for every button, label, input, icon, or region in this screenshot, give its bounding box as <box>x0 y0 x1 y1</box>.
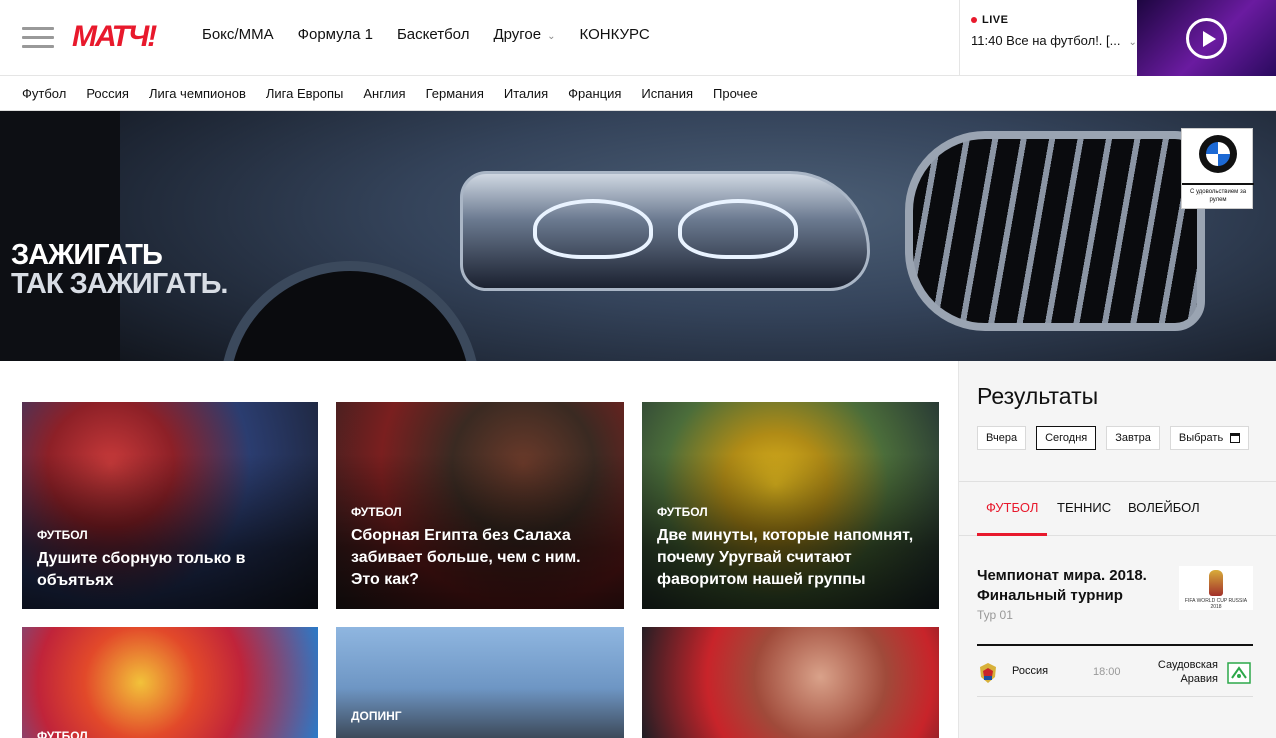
tab-football[interactable]: ФУТБОЛ <box>986 500 1038 515</box>
menu-icon[interactable] <box>22 25 54 49</box>
date-pick-button[interactable]: Выбрать <box>1169 426 1250 450</box>
subnav-item-spain[interactable]: Испания <box>641 86 693 101</box>
card-category: Футбол <box>657 505 708 519</box>
match-time: 18:00 <box>1093 666 1121 678</box>
active-tab-indicator <box>977 533 1047 536</box>
nav-item-contest[interactable]: КОНКУРС <box>580 26 650 43</box>
card-image <box>642 627 939 738</box>
subnav-item-england[interactable]: Англия <box>363 86 405 101</box>
card-category: Футбол <box>37 729 88 738</box>
russia-crest-icon <box>977 662 999 684</box>
card-category: Футбол <box>37 528 88 542</box>
live-dot-icon <box>971 17 977 23</box>
match-row[interactable]: Россия 18:00 Саудовская Аравия <box>977 649 1253 697</box>
ad-banner[interactable]: ЗАЖИГАТЬ ТАК ЗАЖИГАТЬ. С удовольствием з… <box>0 111 1276 361</box>
saudi-crest-icon <box>1227 662 1251 684</box>
site-logo[interactable]: МАТЧ! <box>72 20 157 54</box>
tab-tennis[interactable]: ТЕННИС <box>1057 500 1111 515</box>
subnav-item-champions-league[interactable]: Лига чемпионов <box>149 86 246 101</box>
trophy-icon <box>1209 570 1223 596</box>
world-cup-logo: FIFA WORLD CUP RUSSIA 2018 <box>1179 566 1253 610</box>
card-title[interactable]: Сборная Египта без Салаха забивает больш… <box>351 525 612 591</box>
live-player[interactable] <box>1137 0 1276 76</box>
nav-item-other-label: Другое <box>493 26 542 43</box>
date-pick-label: Выбрать <box>1178 432 1224 444</box>
card-category: Футбол <box>351 505 402 519</box>
tournament-round: Тур 01 <box>977 608 1013 622</box>
play-icon[interactable] <box>1186 18 1227 59</box>
banner-line-1: ЗАЖИГАТЬ <box>11 239 163 271</box>
date-tomorrow-button[interactable]: Завтра <box>1106 426 1160 450</box>
subnav-item-italy[interactable]: Италия <box>504 86 548 101</box>
subnav-item-germany[interactable]: Германия <box>426 86 484 101</box>
nav-item-boxing[interactable]: Бокс/ММА <box>202 26 274 43</box>
tab-volleyball[interactable]: ВОЛЕЙБОЛ <box>1128 500 1200 515</box>
sub-nav: Футбол Россия Лига чемпионов Лига Европы… <box>0 77 1276 111</box>
nav-item-basketball[interactable]: Баскетбол <box>397 26 470 43</box>
live-widget[interactable]: LIVE 11:40 Все на футбол!. [... ⌄ <box>959 0 1137 76</box>
banner-line-2: ТАК ЗАЖИГАТЬ. <box>11 268 228 300</box>
results-sidebar: Результаты Вчера Сегодня Завтра Выбрать … <box>958 361 1276 738</box>
subnav-item-france[interactable]: Франция <box>568 86 621 101</box>
main-nav: Бокс/ММА Формула 1 Баскетбол Другое ⌄ КОН… <box>202 26 674 43</box>
top-bar: МАТЧ! Бокс/ММА Формула 1 Баскетбол Друго… <box>0 0 1276 76</box>
news-card[interactable]: Футбол Сборная Египта без Салаха забивае… <box>336 402 624 609</box>
sports-tabs: ФУТБОЛ ТЕННИС ВОЛЕЙБОЛ <box>959 481 1276 536</box>
card-category: Допинг <box>351 709 402 723</box>
results-heading: Результаты <box>977 383 1099 409</box>
bmw-logo-icon <box>1199 135 1237 173</box>
tournament-name[interactable]: Чемпионат мира. 2018. Финальный турнир <box>977 566 1167 606</box>
news-card[interactable]: Футбол Душите сборную только в объятьях <box>22 402 318 609</box>
card-title[interactable]: Душите сборную только в объятьях <box>37 548 306 592</box>
card-image <box>22 627 318 738</box>
date-today-button[interactable]: Сегодня <box>1036 426 1097 450</box>
chevron-down-icon: ⌄ <box>547 31 556 42</box>
live-badge: LIVE <box>982 14 1009 26</box>
chevron-down-icon[interactable]: ⌄ <box>1128 37 1136 48</box>
news-card[interactable] <box>642 627 939 738</box>
live-program: 11:40 Все на футбол!. [... <box>971 33 1121 48</box>
calendar-icon <box>1230 433 1241 443</box>
subnav-item-football[interactable]: Футбол <box>22 86 66 101</box>
date-yesterday-button[interactable]: Вчера <box>977 426 1027 450</box>
subnav-item-europa-league[interactable]: Лига Европы <box>266 86 344 101</box>
news-card[interactable]: Футбол Две минуты, которые напомнят, поч… <box>642 402 939 609</box>
sponsor-logo[interactable]: С удовольствием за рулем <box>1181 128 1254 209</box>
sponsor-tagline: С удовольствием за рулем <box>1189 189 1247 203</box>
nav-item-formula1[interactable]: Формула 1 <box>298 26 373 43</box>
subnav-item-russia[interactable]: Россия <box>86 86 129 101</box>
subnav-item-other[interactable]: Прочее <box>713 86 758 101</box>
card-title[interactable]: Две минуты, которые напомнят, почему Уру… <box>657 525 927 591</box>
news-card[interactable]: Допинг <box>336 627 624 738</box>
away-team: Саудовская Аравия <box>1157 659 1218 685</box>
nav-item-other[interactable]: Другое ⌄ <box>493 26 555 43</box>
news-card[interactable]: Футбол <box>22 627 318 738</box>
banner-headline: ЗАЖИГАТЬ ТАК ЗАЖИГАТЬ. <box>11 239 228 300</box>
date-filters: Вчера Сегодня Завтра Выбрать <box>977 426 1250 450</box>
home-team: Россия <box>1012 665 1049 677</box>
